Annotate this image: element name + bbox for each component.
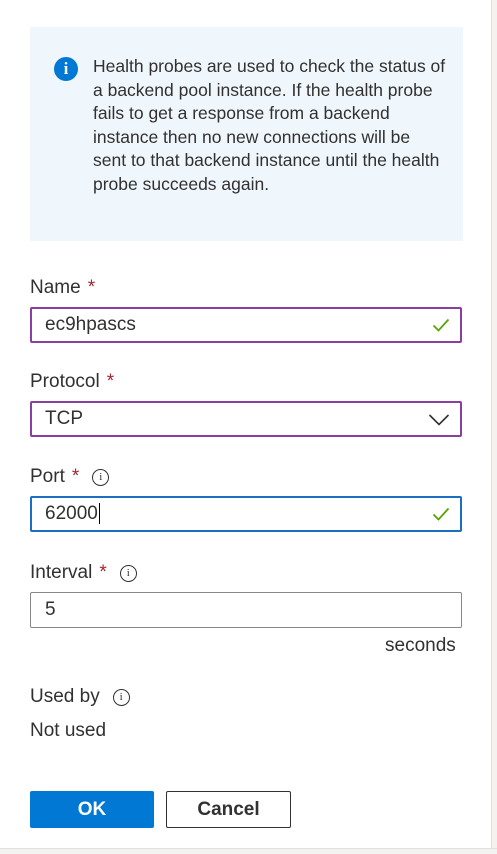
protocol-label-text: Protocol [30,371,100,392]
info-icon: i [54,57,78,81]
name-label: Name * [30,276,95,300]
required-asterisk: * [71,466,80,487]
checkmark-icon [432,318,450,332]
port-label-text: Port [30,466,65,487]
protocol-label: Protocol * [30,370,114,394]
info-icon[interactable]: i [119,564,137,582]
required-asterisk: * [87,277,96,298]
required-asterisk: * [106,371,115,392]
checkmark-icon [432,507,450,521]
interval-unit: seconds [385,635,456,656]
interval-input-value: 5 [45,599,56,620]
panel-bottom-edge [0,848,497,854]
ok-button[interactable]: OK [30,791,154,828]
name-input[interactable]: ec9hpascs [30,307,462,343]
cancel-button[interactable]: Cancel [166,791,291,828]
name-input-value: ec9hpascs [45,314,136,335]
port-input[interactable]: 62000 [30,496,462,532]
port-label: Port * i [30,465,110,489]
used-by-label: Used by i [30,685,130,709]
info-icon[interactable]: i [92,468,110,486]
chevron-down-icon [428,414,450,426]
used-by-value: Not used [30,720,107,741]
name-label-text: Name [30,277,81,298]
info-icon[interactable]: i [112,688,130,706]
used-by-label-text: Used by [30,686,100,707]
scrollbar[interactable] [491,0,497,854]
interval-label-text: Interval [30,562,93,583]
required-asterisk: * [99,562,107,583]
info-message-box: i Health probes are used to check the st… [30,27,463,241]
port-input-value: 62000 [45,503,100,524]
info-message-text: Health probes are used to check the stat… [93,56,446,194]
protocol-dropdown[interactable]: TCP [30,401,462,437]
protocol-selected-value: TCP [45,408,83,429]
interval-input[interactable]: 5 [30,592,462,628]
interval-label: Interval * i [30,561,137,585]
